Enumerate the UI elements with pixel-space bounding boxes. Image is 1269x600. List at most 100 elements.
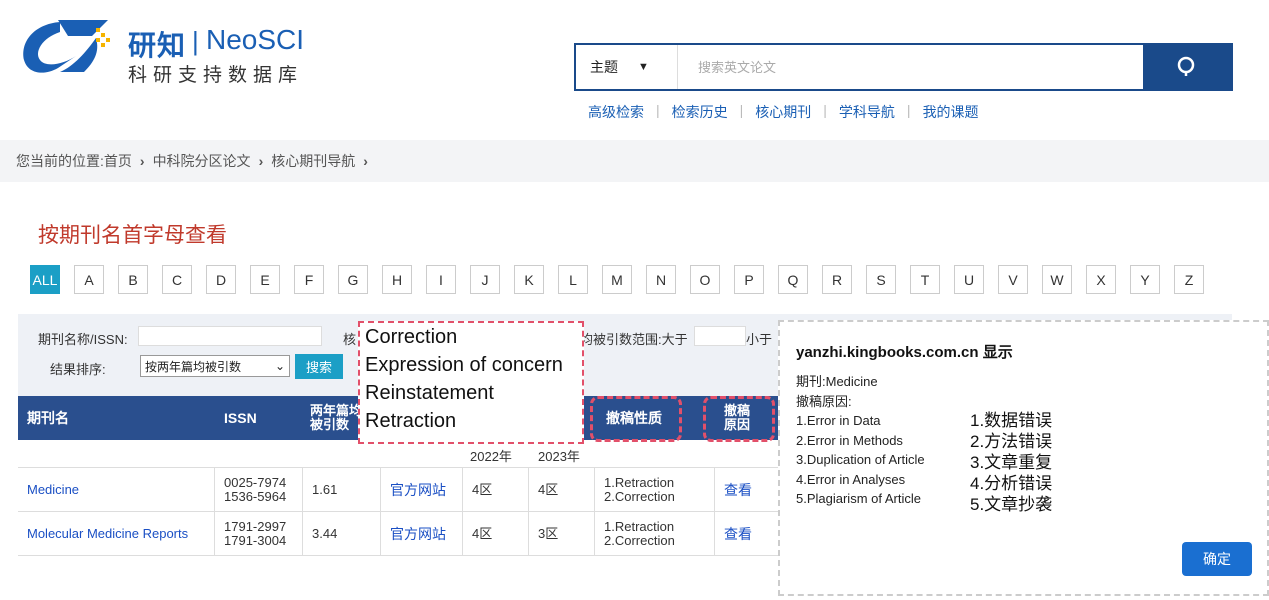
nature-item: 1.Retraction — [604, 519, 675, 534]
journal-link[interactable]: Medicine — [27, 468, 79, 512]
search-icon — [1177, 56, 1195, 76]
logo-en-name: NeoSCI — [206, 24, 305, 55]
letter-j[interactable]: J — [470, 265, 500, 294]
top-links: 高级检索 | 检索历史 | 核心期刊 | 学科导航 | 我的课题 — [588, 102, 979, 122]
retraction-type: Reinstatement — [365, 382, 494, 404]
journal-link[interactable]: Molecular Medicine Reports — [27, 512, 188, 556]
letter-g[interactable]: G — [338, 265, 368, 294]
divider — [594, 468, 595, 512]
partition-2022: 4区 — [472, 482, 493, 497]
letter-i[interactable]: I — [426, 265, 456, 294]
site-logo[interactable]: 研知 | NeoSCI 科研支持数据库 — [16, 14, 316, 86]
link-core-journals[interactable]: 核心期刊 — [755, 102, 811, 122]
link-subject-nav[interactable]: 学科导航 — [839, 102, 895, 122]
letter-h[interactable]: H — [382, 265, 412, 294]
reason-item: 4.Error in Analyses — [796, 471, 906, 487]
journal-name-label: 期刊名称/ISSN: — [38, 332, 128, 347]
link-my-topics[interactable]: 我的课题 — [923, 102, 979, 122]
table-subheader: 2022年 2023年 — [18, 440, 780, 468]
letter-y[interactable]: Y — [1130, 265, 1160, 294]
divider — [214, 512, 215, 556]
sort-select[interactable]: 按两年篇均被引数 ⌄ — [140, 355, 290, 377]
letter-p[interactable]: P — [734, 265, 764, 294]
breadcrumb: 您当前的位置: 首页 › 中科院分区论文 › 核心期刊导航 › — [0, 140, 1269, 182]
official-site-link[interactable]: 官方网站 — [390, 512, 446, 556]
retraction-nature-cell: 1.Retraction 2.Correction — [604, 468, 675, 512]
dialog-ok-button[interactable]: 确定 — [1182, 542, 1252, 576]
reason-cn-item: 1.数据错误 — [970, 411, 1053, 430]
letter-k[interactable]: K — [514, 265, 544, 294]
cite-min-input[interactable] — [694, 326, 746, 346]
dialog-journal: 期刊:Medicine — [796, 374, 878, 389]
letter-n[interactable]: N — [646, 265, 676, 294]
letter-x[interactable]: X — [1086, 265, 1116, 294]
letter-d[interactable]: D — [206, 265, 236, 294]
view-reason-link[interactable]: 查看 — [724, 512, 752, 556]
retraction-nature-cell: 1.Retraction 2.Correction — [604, 512, 675, 556]
search-scope-label: 主题 — [590, 59, 618, 75]
chevron-right-icon: › — [258, 153, 264, 169]
letter-s[interactable]: S — [866, 265, 896, 294]
letter-m[interactable]: M — [602, 265, 632, 294]
letter-c[interactable]: C — [162, 265, 192, 294]
logo-cn-name: 研知 — [128, 30, 187, 61]
breadcrumb-cas-partition[interactable]: 中科院分区论文 — [153, 151, 251, 171]
search-button[interactable] — [1143, 45, 1231, 89]
letter-a[interactable]: A — [74, 265, 104, 294]
chevron-down-icon: ⌄ — [274, 359, 285, 373]
issn-cell: 0025-7974 1536-5964 — [224, 468, 286, 512]
divider: | — [906, 102, 911, 118]
letter-o[interactable]: O — [690, 265, 720, 294]
reason-cn-item: 5.文章抄袭 — [970, 495, 1053, 514]
col-cites-line1: 两年篇均 — [310, 403, 363, 418]
col-journal-name: 期刊名 — [27, 410, 69, 426]
reason-item: 5.Plagiarism of Article — [796, 491, 921, 506]
link-search-history[interactable]: 检索历史 — [672, 102, 728, 122]
breadcrumb-home[interactable]: 首页 — [104, 151, 132, 171]
divider — [594, 512, 595, 556]
chevron-right-icon: › — [139, 153, 145, 169]
letter-b[interactable]: B — [118, 265, 148, 294]
letter-r[interactable]: R — [822, 265, 852, 294]
cite-range-label: 均被引数范围:大于 — [580, 332, 688, 347]
cites-value: 3.44 — [312, 526, 338, 541]
divider — [214, 468, 215, 512]
journal-name-input[interactable] — [138, 326, 322, 346]
letter-z[interactable]: Z — [1174, 265, 1204, 294]
letter-q[interactable]: Q — [778, 265, 808, 294]
search-scope-select[interactable]: 主题 ▼ — [576, 45, 678, 89]
dialog-title: yanzhi.kingbooks.com.cn 显示 — [796, 344, 1013, 361]
reason-cn-item: 3.文章重复 — [970, 453, 1053, 472]
letter-u[interactable]: U — [954, 265, 984, 294]
partition-2023: 3区 — [538, 526, 559, 541]
search-bar: 主题 ▼ — [574, 43, 1233, 91]
divider — [528, 512, 529, 556]
search-input[interactable] — [678, 45, 1143, 89]
retraction-type: Retraction — [365, 410, 457, 432]
view-reason-link[interactable]: 查看 — [724, 468, 752, 512]
letter-l[interactable]: L — [558, 265, 588, 294]
section-title: 按期刊名首字母查看 — [38, 224, 227, 247]
year-2022-label: 2022年 — [470, 449, 512, 464]
letter-t[interactable]: T — [910, 265, 940, 294]
highlight-retraction-reason — [703, 396, 775, 442]
letter-e[interactable]: E — [250, 265, 280, 294]
neosci-logo-icon — [23, 20, 110, 73]
year-2023-label: 2023年 — [538, 449, 580, 464]
reason-cn-item: 4.分析错误 — [970, 474, 1053, 493]
letter-v[interactable]: V — [998, 265, 1028, 294]
retraction-type: Expression of concern — [365, 354, 563, 376]
letter-w[interactable]: W — [1042, 265, 1072, 294]
filter-search-button[interactable]: 搜索 — [295, 354, 343, 379]
table-row: Molecular Medicine Reports 1791-2997 179… — [18, 512, 780, 556]
letter-f[interactable]: F — [294, 265, 324, 294]
divider — [380, 468, 381, 512]
less-than-label: 小于 — [746, 332, 773, 347]
breadcrumb-core-journals[interactable]: 核心期刊导航 — [271, 151, 355, 171]
divider — [462, 468, 463, 512]
link-advanced-search[interactable]: 高级检索 — [588, 102, 644, 122]
letter-all[interactable]: ALL — [30, 265, 60, 294]
divider — [380, 512, 381, 556]
retraction-type: Correction — [365, 326, 458, 348]
official-site-link[interactable]: 官方网站 — [390, 468, 446, 512]
